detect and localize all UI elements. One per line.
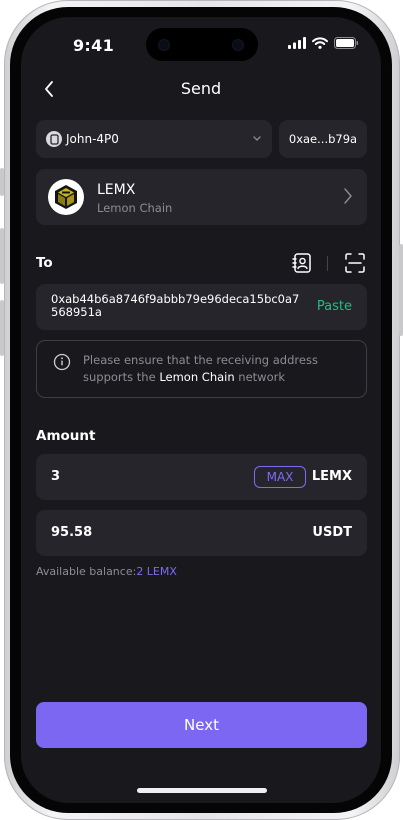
token-network: Lemon Chain <box>97 201 173 215</box>
contact-book-button[interactable] <box>291 252 313 274</box>
token-symbol: LEMX <box>97 182 136 198</box>
icon-divider <box>327 256 328 271</box>
lemx-logo-icon <box>48 179 84 215</box>
token-selector[interactable]: LEMX Lemon Chain <box>36 169 367 225</box>
volume-down-button <box>0 300 4 356</box>
recipient-address-field[interactable]: 0xab44b6a8746f9abbb79e96deca15bc0a756895… <box>36 284 367 330</box>
page-title: Send <box>180 79 222 98</box>
notice-network: Lemon Chain <box>159 370 235 384</box>
battery-icon <box>334 37 359 49</box>
status-time: 9:41 <box>73 36 114 55</box>
notice-text-after: network <box>234 370 285 384</box>
screen: 9:41 Send John-4P0 0xae...b79a LEMX Lemo… <box>21 17 381 803</box>
dynamic-island <box>146 28 258 61</box>
balance-label: Available balance: <box>36 565 137 578</box>
chevron-right-icon <box>344 188 352 204</box>
notice-text: Please ensure that the receiving address… <box>83 352 353 386</box>
wallet-name: John-4P0 <box>66 132 119 146</box>
power-button <box>399 244 403 336</box>
recipient-address[interactable]: 0xab44b6a8746f9abbb79e96deca15bc0a756895… <box>51 293 306 319</box>
contact-book-icon <box>292 253 311 273</box>
scan-icon <box>345 253 365 273</box>
amount-field[interactable]: 3 MAX LEMX <box>36 454 367 500</box>
volume-up-button <box>0 228 4 284</box>
paste-button[interactable]: Paste <box>317 299 352 314</box>
home-indicator[interactable] <box>137 788 267 793</box>
action-button <box>0 168 4 196</box>
network-notice: Please ensure that the receiving address… <box>36 340 367 398</box>
amount-label: Amount <box>36 428 96 444</box>
balance-value: 2 LEMX <box>136 565 177 578</box>
wallet-selector[interactable]: John-4P0 <box>36 120 272 158</box>
wallet-address-chip[interactable]: 0xae...b79a <box>279 120 367 158</box>
fiat-amount-field[interactable]: 95.58 USDT <box>36 510 367 556</box>
fiat-unit: USDT <box>312 525 352 540</box>
to-label: To <box>36 255 53 271</box>
wifi-icon <box>312 37 328 49</box>
amount-input[interactable]: 3 <box>51 469 60 484</box>
amount-unit: LEMX <box>311 469 352 484</box>
camera-lens-icon <box>158 39 170 51</box>
scan-button[interactable] <box>344 252 366 274</box>
max-button[interactable]: MAX <box>254 466 306 488</box>
status-icons <box>288 37 359 49</box>
sensor-icon <box>232 39 244 51</box>
next-button[interactable]: Next <box>36 702 367 748</box>
signal-icon <box>288 37 306 49</box>
info-icon <box>53 353 71 371</box>
available-balance: Available balance:2 LEMX <box>36 565 177 578</box>
chevron-down-icon <box>253 136 261 141</box>
wallet-icon <box>46 131 62 147</box>
fiat-amount-input[interactable]: 95.58 <box>51 525 92 540</box>
